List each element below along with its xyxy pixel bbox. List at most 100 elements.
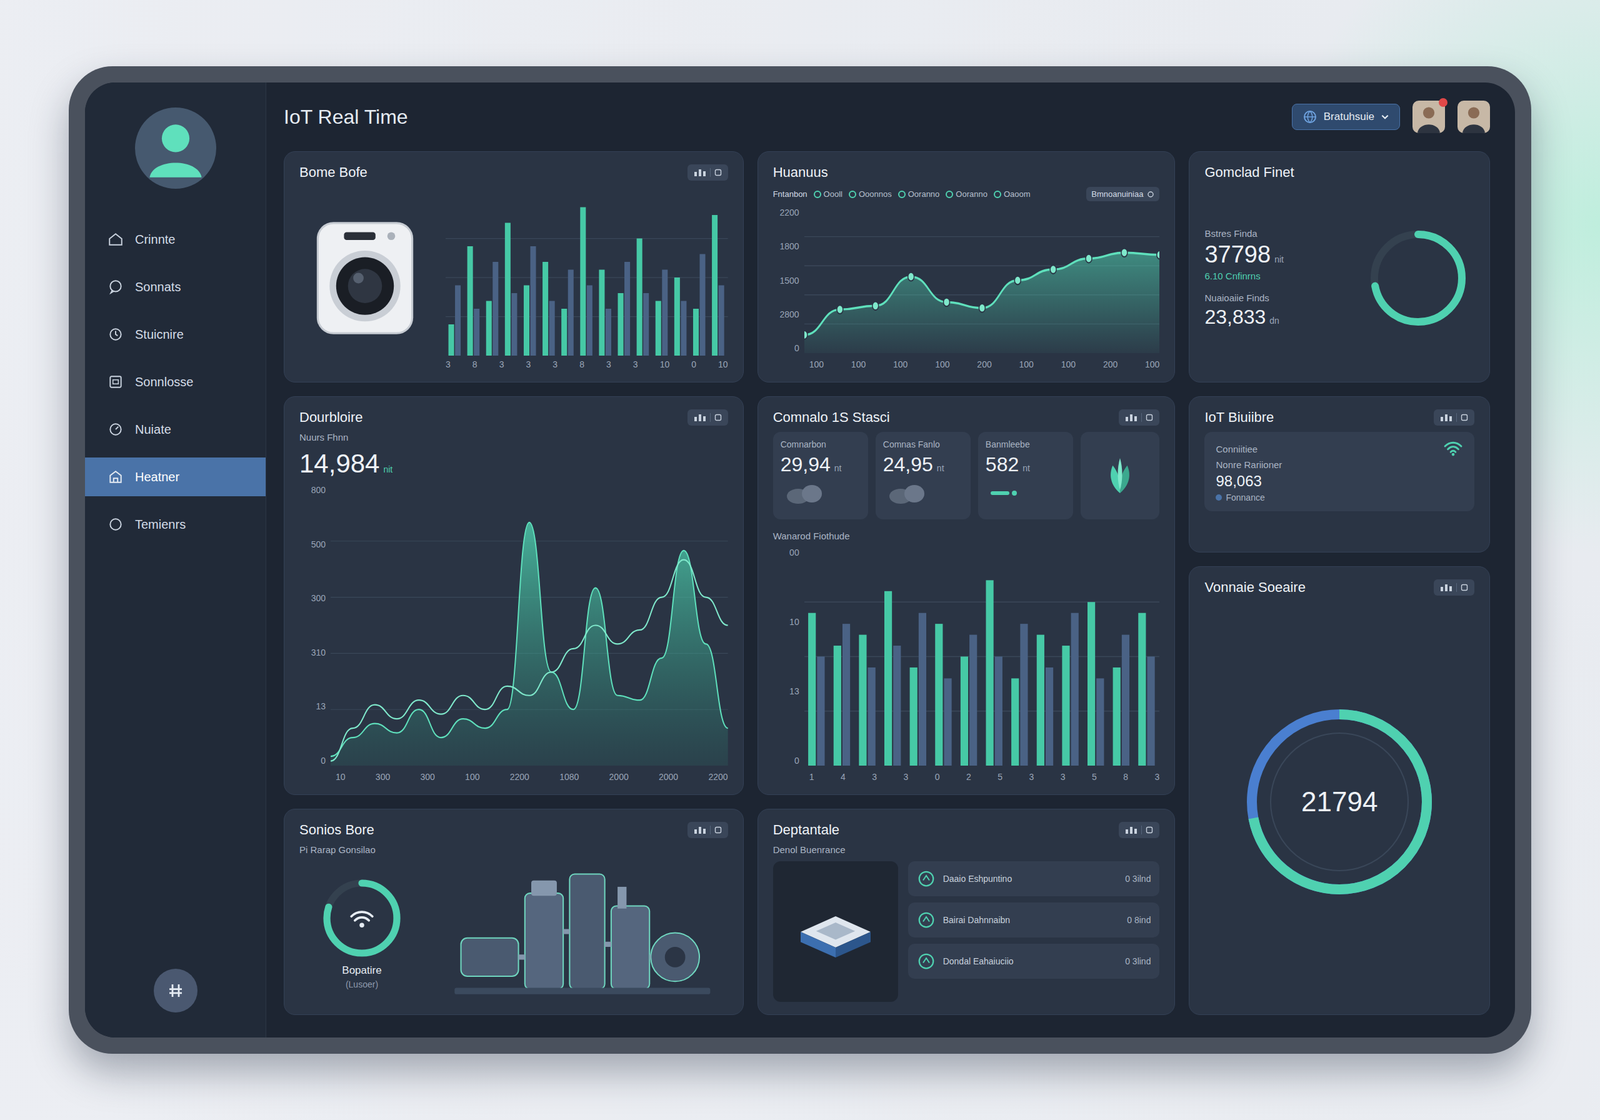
chart-bar[interactable] bbox=[1045, 667, 1054, 766]
chart-bar[interactable] bbox=[1087, 601, 1095, 766]
iot-device-card[interactable]: Conniitiee Nonre Rariioner 98,063 Fonnan… bbox=[1204, 431, 1475, 512]
chart-bar[interactable] bbox=[833, 645, 841, 766]
chart-bar[interactable] bbox=[505, 223, 511, 357]
chart-point[interactable] bbox=[1014, 276, 1021, 285]
chart-point[interactable] bbox=[978, 303, 985, 313]
plant-card[interactable] bbox=[1080, 431, 1160, 520]
chart-point[interactable] bbox=[1050, 265, 1057, 274]
chart-bar[interactable] bbox=[1112, 667, 1120, 766]
panel-tools-button[interactable] bbox=[687, 164, 729, 181]
chart-bar[interactable] bbox=[816, 656, 825, 767]
chart-bar[interactable] bbox=[448, 324, 455, 356]
chart-point[interactable] bbox=[1156, 250, 1160, 260]
chart-bar[interactable] bbox=[718, 285, 725, 357]
chart-bar[interactable] bbox=[693, 308, 699, 356]
apps-button[interactable] bbox=[153, 968, 198, 1013]
chart-bar[interactable] bbox=[643, 293, 649, 356]
chart-bar[interactable] bbox=[580, 207, 586, 357]
panel-tools-button[interactable] bbox=[1433, 409, 1475, 426]
chart-bar[interactable] bbox=[1036, 635, 1044, 766]
chart-bar[interactable] bbox=[994, 656, 1002, 767]
stat-card[interactable]: Comnarbon 29,94nt bbox=[773, 431, 869, 520]
chart-bar[interactable] bbox=[1011, 678, 1019, 766]
sidebar-item[interactable]: Heatner bbox=[85, 457, 266, 497]
panel-tools-button[interactable] bbox=[1433, 579, 1475, 596]
chart-point[interactable] bbox=[907, 272, 914, 282]
chart-bar[interactable] bbox=[909, 667, 917, 766]
chart-bar[interactable] bbox=[561, 308, 567, 356]
chart-bar[interactable] bbox=[1061, 645, 1070, 766]
sidebar-item[interactable]: Nuiate bbox=[85, 410, 266, 449]
chart-bar[interactable] bbox=[680, 301, 687, 357]
chart-bar[interactable] bbox=[1096, 678, 1104, 766]
chart-bar[interactable] bbox=[486, 301, 492, 357]
device-row[interactable]: Daaio Eshpuntino 0 3ilnd bbox=[908, 861, 1160, 897]
chart-bar[interactable] bbox=[549, 301, 555, 357]
sidebar-item[interactable]: Crinnte bbox=[85, 220, 266, 259]
chart-bar[interactable] bbox=[1070, 613, 1079, 766]
chart-bar[interactable] bbox=[542, 261, 549, 356]
chart-bar[interactable] bbox=[605, 308, 612, 356]
device-row[interactable]: Bairai Dahnnaibn 0 8ind bbox=[908, 902, 1160, 938]
chart-bar[interactable] bbox=[711, 215, 718, 356]
account-dropdown[interactable]: Bratuhsuie bbox=[1291, 103, 1400, 130]
chart-bar[interactable] bbox=[655, 301, 662, 357]
panel-tools-button[interactable] bbox=[1118, 409, 1160, 426]
range-button[interactable]: Bmnoanuiniaa bbox=[1086, 186, 1160, 202]
chart-point[interactable] bbox=[836, 305, 844, 314]
chart-bar[interactable] bbox=[985, 580, 994, 766]
chart-bar[interactable] bbox=[624, 261, 630, 356]
chart-bar[interactable] bbox=[473, 308, 480, 356]
chart-bar[interactable] bbox=[842, 623, 850, 766]
chart-bar[interactable] bbox=[455, 285, 461, 357]
chart-bar[interactable] bbox=[530, 246, 537, 356]
chart-bar[interactable] bbox=[867, 667, 875, 766]
legend-item[interactable]: Ooranno bbox=[945, 189, 988, 199]
chart-point[interactable] bbox=[1121, 248, 1128, 257]
chart-bar[interactable] bbox=[568, 270, 574, 357]
stat-card[interactable]: Banmleebe 582nt bbox=[978, 431, 1074, 520]
user-avatar[interactable] bbox=[1412, 100, 1445, 134]
chart-bar[interactable] bbox=[467, 246, 474, 356]
chart-point[interactable] bbox=[804, 330, 808, 340]
chart-bar[interactable] bbox=[1146, 656, 1155, 767]
chart-point[interactable] bbox=[1085, 254, 1092, 264]
chart-point[interactable] bbox=[871, 301, 879, 310]
user-avatar[interactable] bbox=[1457, 100, 1490, 134]
chart-bar[interactable] bbox=[700, 254, 706, 357]
chart-bar[interactable] bbox=[674, 277, 680, 356]
chart-bar[interactable] bbox=[523, 285, 530, 357]
chart-bar[interactable] bbox=[884, 591, 892, 766]
chart-bar[interactable] bbox=[918, 613, 926, 766]
legend-item[interactable]: Oaoom bbox=[993, 189, 1031, 199]
chart-bar[interactable] bbox=[1121, 635, 1130, 766]
chart-bar[interactable] bbox=[1020, 623, 1028, 766]
chart-bar[interactable] bbox=[492, 261, 499, 356]
chart-bar[interactable] bbox=[943, 678, 952, 766]
chart-bar[interactable] bbox=[858, 635, 867, 766]
chart-bar[interactable] bbox=[893, 645, 901, 766]
chart-bar[interactable] bbox=[935, 623, 943, 766]
chart-bar[interactable] bbox=[969, 635, 977, 766]
panel-tools-button[interactable] bbox=[1118, 821, 1160, 839]
chart-bar[interactable] bbox=[586, 285, 593, 357]
chart-bar[interactable] bbox=[808, 613, 816, 766]
sidebar-item[interactable]: Stuicnire bbox=[85, 315, 266, 354]
panel-tools-button[interactable] bbox=[687, 821, 729, 839]
chart-bar[interactable] bbox=[960, 656, 969, 767]
legend-item[interactable]: Ooonnos bbox=[848, 189, 892, 199]
chart-bar[interactable] bbox=[1138, 613, 1146, 766]
sidebar-item[interactable]: Sonnlosse bbox=[85, 362, 266, 402]
chart-bar[interactable] bbox=[618, 293, 624, 356]
legend-item[interactable]: Ooranno bbox=[898, 189, 940, 199]
legend-item[interactable]: Oooll bbox=[813, 189, 843, 199]
chart-bar[interactable] bbox=[661, 270, 668, 357]
chart-point[interactable] bbox=[943, 298, 950, 307]
chart-bar[interactable] bbox=[511, 293, 517, 356]
sidebar-item[interactable]: Temienrs bbox=[85, 505, 266, 544]
stat-card[interactable]: Comnas Fanlo 24,95nt bbox=[875, 431, 971, 520]
profile-avatar[interactable] bbox=[135, 107, 217, 189]
chart-bar[interactable] bbox=[598, 270, 605, 357]
device-row[interactable]: Dondal Eahaiuciio 0 3lind bbox=[908, 943, 1160, 979]
panel-tools-button[interactable] bbox=[687, 409, 729, 426]
